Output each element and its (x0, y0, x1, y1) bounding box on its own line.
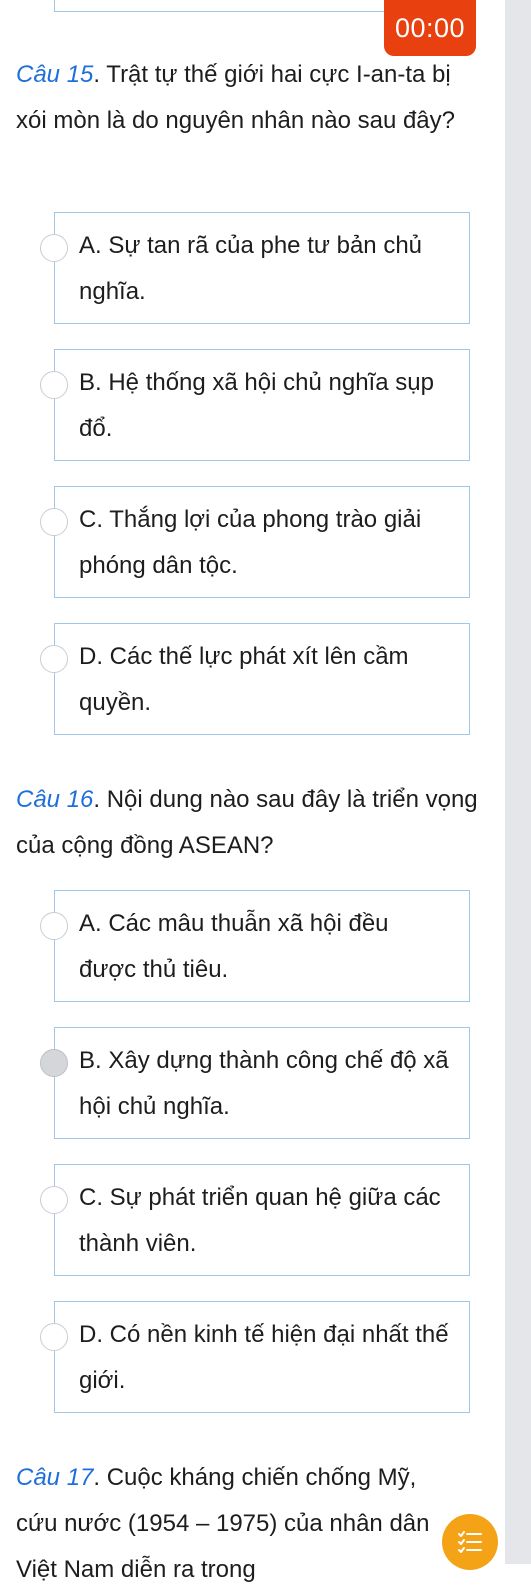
option-label: A. Các mâu thuẫn xã hội đều được thủ tiê… (79, 910, 389, 983)
question-16: Câu 16. Nội dung nào sau đây là triển vọ… (16, 777, 486, 869)
option-16-d[interactable]: D. Có nền kinh tế hiện đại nhất thế giới… (40, 1301, 470, 1413)
option-16-b[interactable]: B. Xây dựng thành công chế độ xã hội chủ… (40, 1027, 470, 1139)
question-number: Câu 15 (16, 61, 94, 88)
scrollbar-track[interactable] (505, 0, 531, 1564)
previous-option-box-edge (54, 0, 384, 12)
radio-button[interactable] (40, 508, 68, 536)
radio-button[interactable] (40, 1186, 68, 1214)
quiz-page: 00:00 Câu 15. Trật tự thế giới hai cực I… (0, 0, 500, 1583)
option-15-d[interactable]: D. Các thế lực phát xít lên cầm quyền. (40, 623, 470, 735)
option-15-a[interactable]: A. Sự tan rã của phe tư bản chủ nghĩa. (40, 212, 470, 324)
option-16-a[interactable]: A. Các mâu thuẫn xã hội đều được thủ tiê… (40, 890, 470, 1002)
radio-button[interactable] (40, 1323, 68, 1351)
option-label: A. Sự tan rã của phe tư bản chủ nghĩa. (79, 232, 423, 305)
radio-button-selected[interactable] (40, 1049, 68, 1077)
option-15-c[interactable]: C. Thắng lợi của phong trào giải phóng d… (40, 486, 470, 598)
radio-button[interactable] (40, 912, 68, 940)
question-17: Câu 17. Cuộc kháng chiến chống Mỹ, cứu n… (16, 1455, 436, 1593)
radio-button[interactable] (40, 645, 68, 673)
option-label: D. Có nền kinh tế hiện đại nhất thế giới… (79, 1321, 449, 1394)
question-number: Câu 16 (16, 786, 94, 813)
option-label: D. Các thế lực phát xít lên cầm quyền. (79, 643, 409, 716)
option-15-b[interactable]: B. Hệ thống xã hội chủ nghĩa sụp đổ. (40, 349, 470, 461)
question-number: Câu 17 (16, 1464, 94, 1491)
question-15: Câu 15. Trật tự thế giới hai cực I-an-ta… (16, 52, 486, 144)
option-label: B. Xây dựng thành công chế độ xã hội chủ… (79, 1047, 449, 1120)
countdown-timer: 00:00 (384, 0, 476, 56)
radio-button[interactable] (40, 371, 68, 399)
list-icon (458, 1531, 482, 1553)
question-list-button[interactable] (442, 1514, 498, 1570)
option-label: B. Hệ thống xã hội chủ nghĩa sụp đổ. (79, 369, 434, 442)
option-label: C. Sự phát triển quan hệ giữa các thành … (79, 1184, 441, 1257)
option-16-c[interactable]: C. Sự phát triển quan hệ giữa các thành … (40, 1164, 470, 1276)
option-label: C. Thắng lợi của phong trào giải phóng d… (79, 506, 422, 579)
radio-button[interactable] (40, 234, 68, 262)
